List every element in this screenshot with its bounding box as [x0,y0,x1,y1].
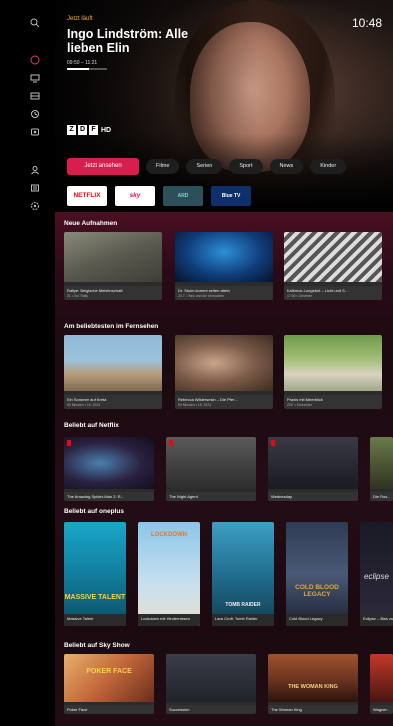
category-bar: Jetzt ansehen Filme Serien Sport News Ki… [67,158,347,175]
home-icon[interactable] [28,55,42,69]
list-item[interactable]: Wednesday [268,437,358,501]
settings-icon[interactable] [28,201,42,215]
list-item[interactable]: POKER FACE Poker Face [64,654,154,714]
replay-icon[interactable] [28,109,42,123]
list-item[interactable]: Rallye: Belgische Meisterschaft 21 • Vol.… [64,232,162,300]
provider-ard[interactable]: ARD [163,186,203,206]
list-item[interactable]: The Night Agent [166,437,256,501]
recordings-icon[interactable] [28,127,42,141]
clock: 10:48 [352,16,383,30]
list-item[interactable]: TOMB RAIDER Lara Croft: Tomb Raider [212,522,274,626]
list-icon[interactable] [28,183,42,197]
list-item[interactable]: Die Ros… [370,437,393,501]
list-item[interactable]: Wagner… [370,654,393,714]
search-icon[interactable] [28,18,42,32]
list-item[interactable]: Dr. Stulm kommt selten allein 20.7. • Neu… [175,232,273,300]
list-item[interactable]: COLD BLOOD LEGACY Cold Blood Legacy [286,522,348,626]
live-label: Jetzt läuft [67,16,93,22]
list-item[interactable]: MASSIVE TALENT Massive Talent [64,522,126,626]
chip-news[interactable]: News [269,159,304,174]
profile-icon[interactable] [28,165,42,179]
hero-time: 09:50 – 11:21 [67,60,98,66]
guide-icon[interactable] [28,91,42,105]
row-title: Beliebt auf oneplus [64,508,124,515]
chip-kinder[interactable]: Kinder [310,159,347,174]
list-item[interactable]: THE WOMAN KING The Woman King [268,654,358,714]
row-title: Am beliebtesten im Fernsehen [64,323,159,330]
provider-row: NETFLIX sky ARD Blue TV [67,186,251,206]
provider-blue-tv[interactable]: Blue TV [211,186,251,206]
list-item[interactable]: LOCKDOWN Lockdown mit Hindernissen [138,522,200,626]
row-title: Neue Aufnahmen [64,220,118,227]
list-item[interactable]: Succession [166,654,256,714]
list-item[interactable]: Rebecca Wildersesin – Die Pfer… 90 Minute… [175,335,273,409]
list-item[interactable]: Ein Sommer auf Kreta 90 Minuten • 16. 202… [64,335,162,409]
list-item[interactable]: eclipse Eclipse – Biss zum Abendrot [360,522,393,626]
list-item[interactable]: Praxis mit Meerblick ZDF • Schneider [284,335,382,409]
provider-netflix[interactable]: NETFLIX [67,186,107,206]
row-title: Beliebt auf Netflix [64,422,119,429]
content-area: Neue Aufnahmen Rallye: Belgische Meister… [55,212,393,726]
watch-now-button[interactable]: Jetzt ansehen [67,158,139,175]
sidebar [0,0,55,726]
chip-sport[interactable]: Sport [229,159,263,174]
list-item[interactable]: Kalkreck-Lungebot – Licht und S… 17:00 • … [284,232,382,300]
provider-sky[interactable]: sky [115,186,155,206]
row-title: Beliebt auf Sky Show [64,642,130,649]
chip-filme[interactable]: Filme [146,159,180,174]
hero-progress-bar [67,68,107,70]
list-item[interactable]: The Amazing Spider-Man 2: R… [64,437,154,501]
hero-title: Ingo Lindström: Alle lieben Elin [67,27,189,55]
channel-logo: Z D F HD [67,124,113,136]
chip-serien[interactable]: Serien [186,159,223,174]
tv-icon[interactable] [28,73,42,87]
